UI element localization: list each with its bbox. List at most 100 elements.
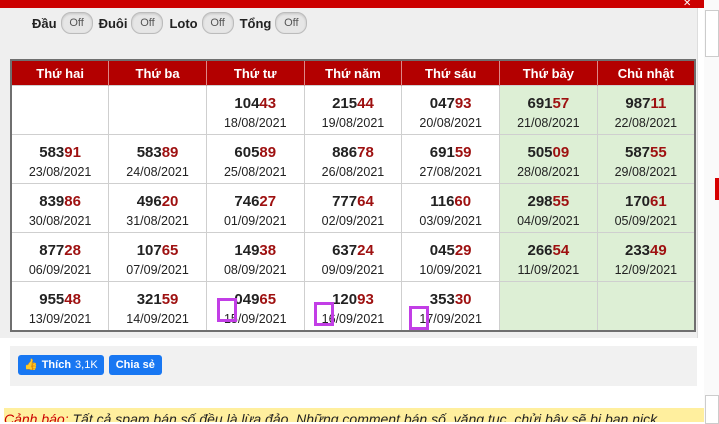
result-tail-digits: 11 — [650, 94, 667, 112]
result-date: 27/08/2021 — [419, 164, 482, 179]
result-number: 83986 — [12, 193, 108, 210]
result-date: 05/09/2021 — [614, 213, 678, 228]
result-head-digits: 353 — [429, 290, 455, 308]
result-number: 04529 — [402, 242, 499, 259]
toggle-dau[interactable]: Off — [60, 12, 93, 34]
result-number: 10443 — [207, 95, 304, 112]
result-date: 31/08/2021 — [126, 213, 189, 228]
result-head-digits: 777 — [332, 192, 358, 210]
result-tail-digits: 20 — [161, 192, 179, 210]
scroll-thumb-lower[interactable] — [705, 395, 719, 424]
day-cell: 58755 29/08/2021 — [596, 134, 696, 184]
result-number: 58391 — [12, 144, 108, 161]
result-head-digits: 170 — [625, 192, 651, 210]
day-cell — [10, 85, 110, 135]
highlight-box — [409, 306, 429, 330]
day-cell — [108, 85, 207, 135]
result-date: 04/09/2021 — [517, 213, 580, 228]
result-head-digits: 045 — [429, 241, 455, 259]
share-button[interactable]: Chia sẻ — [108, 355, 162, 375]
result-head-digits: 120 — [332, 290, 358, 308]
day-cell: 88678 26/08/2021 — [303, 134, 403, 184]
result-date: 19/08/2021 — [321, 115, 385, 130]
result-head-digits: 955 — [39, 290, 65, 308]
result-tail-digits: 09 — [552, 143, 570, 161]
result-tail-digits: 59 — [454, 143, 472, 161]
result-head-digits: 877 — [39, 241, 65, 259]
result-number: 10765 — [109, 242, 206, 259]
result-head-digits: 637 — [332, 241, 358, 259]
result-tail-digits: 64 — [357, 192, 374, 210]
result-date: 01/09/2021 — [223, 213, 287, 228]
result-head-digits: 321 — [136, 290, 162, 308]
result-date: 25/08/2021 — [223, 164, 287, 179]
result-tail-digits: 28 — [64, 241, 81, 259]
result-tail-digits: 93 — [454, 94, 472, 112]
result-tail-digits: 86 — [64, 192, 81, 210]
toggle-tong[interactable]: Off — [275, 12, 308, 34]
result-head-digits: 215 — [332, 94, 358, 112]
result-number: 49620 — [109, 193, 206, 210]
result-date: 12/09/2021 — [614, 262, 678, 277]
day-cell: 77764 02/09/2021 — [303, 183, 403, 233]
day-cell: 32159 14/09/2021 — [108, 281, 207, 332]
result-head-digits: 496 — [136, 192, 162, 210]
result-tail-digits: 65 — [161, 241, 179, 259]
result-tail-digits: 27 — [259, 192, 277, 210]
result-number: 21544 — [305, 95, 402, 112]
day-cell: 17061 05/09/2021 — [596, 183, 696, 233]
side-marker — [715, 178, 719, 200]
warning-text: Tất cả spam bán số đều là lừa đảo. Những… — [68, 411, 661, 422]
day-cell: 10443 18/08/2021 — [205, 85, 305, 135]
result-number: 29855 — [500, 193, 597, 210]
toggle-duoi[interactable]: Off — [131, 12, 164, 34]
scrollbar[interactable] — [704, 0, 719, 424]
week-row: 87728 06/09/2021 10765 07/09/2021 14938 08/09… — [10, 232, 696, 282]
result-date: 06/09/2021 — [28, 262, 92, 277]
day-cell: 49620 31/08/2021 — [108, 183, 207, 233]
week-row: 10443 18/08/2021 21544 19/08/2021 04793 20/08… — [10, 85, 696, 135]
day-cell: 14938 08/09/2021 — [205, 232, 305, 282]
result-number: 87728 — [12, 242, 108, 259]
result-number: 14938 — [207, 242, 304, 259]
result-number: 11660 — [402, 193, 499, 210]
week-row: 83986 30/08/2021 49620 31/08/2021 74627 01/09… — [10, 183, 696, 233]
result-date: 18/08/2021 — [223, 115, 287, 130]
result-head-digits: 746 — [234, 192, 260, 210]
result-tail-digits: 30 — [454, 290, 472, 308]
result-tail-digits: 91 — [64, 143, 81, 161]
close-icon[interactable]: ✕ — [683, 0, 701, 9]
result-tail-digits: 44 — [357, 94, 374, 112]
day-cell: 21544 19/08/2021 — [303, 85, 403, 135]
result-date: 29/08/2021 — [614, 164, 678, 179]
day-cell: 11660 03/09/2021 — [401, 183, 501, 233]
result-date: 28/08/2021 — [517, 164, 580, 179]
toggle-loto[interactable]: Off — [201, 12, 234, 34]
result-number: 77764 — [305, 193, 402, 210]
result-tail-digits: 55 — [552, 192, 570, 210]
day-cell: 87728 06/09/2021 — [10, 232, 110, 282]
day-cell: 58391 23/08/2021 — [10, 134, 110, 184]
result-number: 69159 — [402, 144, 499, 161]
result-head-digits: 266 — [527, 241, 553, 259]
result-number: 32159 — [109, 291, 206, 308]
weekday-header: Thứ năm — [303, 60, 402, 86]
result-date: 08/09/2021 — [223, 262, 287, 277]
toggle-label-tong: Tổng — [239, 15, 272, 31]
like-button[interactable]: 👍 Thích 3,1K — [18, 355, 104, 375]
toggle-label-dau: Đầu — [32, 15, 57, 31]
scroll-thumb[interactable] — [705, 10, 719, 57]
weekday-header: Thứ ba — [108, 60, 207, 86]
result-tail-digits: 89 — [259, 143, 277, 161]
result-head-digits: 107 — [136, 241, 162, 259]
result-tail-digits: 54 — [552, 241, 570, 259]
result-tail-digits: 29 — [454, 241, 472, 259]
day-cell: 83986 30/08/2021 — [10, 183, 110, 233]
day-cell: 69157 21/08/2021 — [499, 85, 598, 135]
result-tail-digits: 65 — [259, 290, 277, 308]
result-number: 58755 — [598, 144, 694, 161]
result-head-digits: 839 — [39, 192, 65, 210]
day-cell: 23349 12/09/2021 — [596, 232, 696, 282]
result-date: 20/08/2021 — [419, 115, 482, 130]
result-number: 26654 — [500, 242, 597, 259]
